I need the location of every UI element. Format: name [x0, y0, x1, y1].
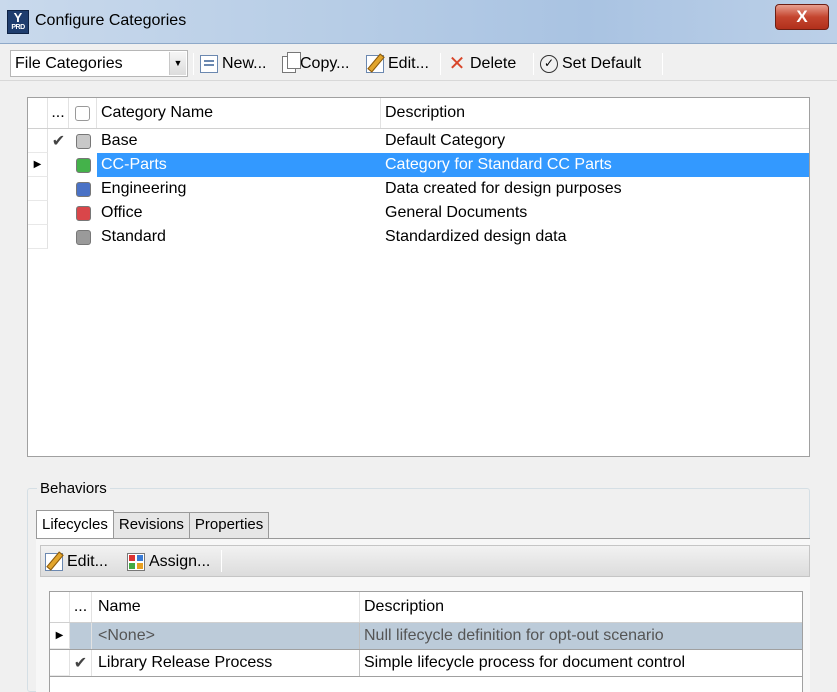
set-default-icon: ✓	[540, 55, 558, 73]
edit-icon	[45, 553, 63, 571]
tab-lifecycles[interactable]: Lifecycles	[36, 510, 114, 538]
edit-button[interactable]: Edit...	[366, 51, 429, 77]
new-button-label: New...	[222, 55, 267, 72]
row-indicator[interactable]	[28, 177, 48, 201]
lifecycle-name: Library Release Process	[92, 650, 360, 676]
header-default-column[interactable]: ...	[48, 98, 69, 128]
title-bar: Y PRD Configure Categories X	[0, 0, 837, 44]
new-icon	[200, 55, 218, 73]
header-description[interactable]: Description	[381, 98, 809, 128]
set-default-button[interactable]: ✓ Set Default	[540, 51, 641, 77]
categories-grid[interactable]: ... Category Name Description ✔ Base Defau…	[27, 97, 810, 457]
assign-label: Assign...	[149, 553, 211, 570]
assign-icon	[127, 553, 145, 571]
default-check-icon: ✔	[73, 655, 88, 672]
default-check-icon: ✔	[51, 133, 66, 150]
category-name: Office	[101, 204, 143, 221]
toolbar-separator	[193, 53, 194, 75]
toolbar-separator	[533, 53, 534, 75]
header-color-icon	[75, 105, 90, 121]
category-type-value: File Categories	[15, 55, 123, 72]
category-row[interactable]: Engineering Data created for design purpo…	[28, 177, 809, 201]
header-category-name[interactable]: Category Name	[97, 98, 381, 128]
row-indicator[interactable]	[28, 225, 48, 249]
tab-properties[interactable]: Properties	[188, 512, 270, 538]
delete-button[interactable]: ✕ Delete	[448, 51, 517, 77]
toolbar: File Categories ▼ New... Copy... Edit...…	[0, 45, 837, 81]
row-indicator[interactable]	[28, 201, 48, 225]
row-indicator[interactable]: ▶	[28, 153, 48, 177]
category-color-swatch	[75, 157, 91, 173]
behavior-tabs: Lifecycles Revisions Properties	[36, 510, 270, 538]
category-row[interactable]: ▶ CC-Parts Category for Standard CC Parts	[28, 153, 809, 177]
copy-button[interactable]: Copy...	[282, 51, 350, 77]
edit-button-label: Edit...	[388, 55, 429, 72]
toolbar-separator	[221, 550, 222, 572]
category-name: Standard	[101, 228, 166, 245]
toolbar-separator	[662, 53, 663, 75]
category-name: Base	[101, 132, 138, 149]
close-button[interactable]: X	[775, 4, 829, 30]
category-description: Data created for design purposes	[385, 180, 622, 197]
row-indicator[interactable]	[50, 650, 70, 676]
toolbar-separator	[440, 53, 441, 75]
lifecycles-grid[interactable]: ... Name Description ▶ <None> Null lifecyc…	[49, 591, 803, 692]
lifecycle-row[interactable]: ✔ Library Release Process Simple lifecycle…	[50, 650, 802, 677]
app-icon: Y PRD	[7, 10, 29, 34]
category-color-swatch	[75, 133, 91, 149]
lifecycle-description: Simple lifecycle process for document co…	[364, 654, 686, 671]
category-color-swatch	[75, 205, 91, 221]
category-row[interactable]: Standard Standardized design data	[28, 225, 809, 249]
lifecycle-edit-label: Edit...	[67, 553, 108, 570]
lifecycle-toolbar: Edit... Assign...	[40, 545, 810, 577]
assign-button[interactable]: Assign...	[127, 549, 210, 575]
copy-icon	[282, 51, 301, 73]
category-color-swatch	[75, 229, 91, 245]
lifecycle-name: <None>	[92, 623, 360, 649]
lifecycle-grid-header: ... Name Description	[50, 592, 802, 623]
chevron-down-icon[interactable]: ▼	[169, 52, 186, 75]
copy-button-label: Copy...	[300, 55, 350, 72]
edit-icon	[366, 55, 384, 73]
category-description: Category for Standard CC Parts	[381, 153, 809, 177]
grid-header: ... Category Name Description	[28, 98, 809, 129]
header-default-column[interactable]: ...	[70, 592, 92, 622]
lifecycle-edit-button[interactable]: Edit...	[45, 549, 108, 575]
tab-revisions[interactable]: Revisions	[112, 512, 190, 538]
category-description: Default Category	[385, 132, 506, 149]
row-indicator[interactable]: ▶	[50, 623, 70, 649]
header-lifecycle-name[interactable]: Name	[92, 592, 360, 622]
behaviors-label: Behaviors	[37, 480, 110, 497]
header-lifecycle-description[interactable]: Description	[360, 592, 802, 622]
window-title: Configure Categories	[35, 12, 187, 29]
lifecycle-row[interactable]: ▶ <None> Null lifecycle definition for opt…	[50, 623, 802, 650]
category-color-swatch	[75, 181, 91, 197]
delete-icon: ✕	[448, 53, 466, 75]
delete-button-label: Delete	[470, 55, 517, 72]
category-name: Engineering	[101, 180, 187, 197]
set-default-button-label: Set Default	[562, 55, 642, 72]
category-row[interactable]: Office General Documents	[28, 201, 809, 225]
category-description: Standardized design data	[385, 228, 567, 245]
category-name: CC-Parts	[97, 153, 381, 177]
new-button[interactable]: New...	[200, 51, 266, 77]
category-description: General Documents	[385, 204, 528, 221]
lifecycle-description: Null lifecycle definition for opt-out sc…	[364, 627, 664, 644]
category-type-dropdown[interactable]: File Categories ▼	[10, 50, 188, 77]
category-row[interactable]: ✔ Base Default Category	[28, 129, 809, 153]
row-indicator[interactable]	[28, 129, 48, 153]
